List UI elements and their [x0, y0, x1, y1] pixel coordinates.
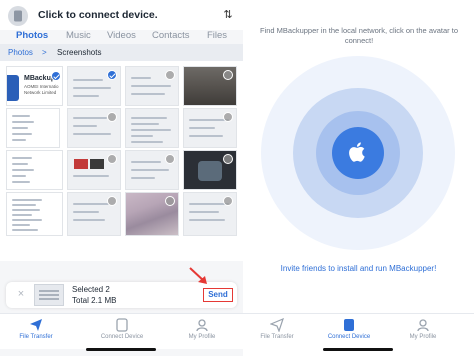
bottom-navigation: File Transfer Connect Device My Profile	[0, 313, 243, 349]
unselected-circle-icon	[107, 112, 117, 122]
device-icon	[116, 318, 128, 332]
photo-thumbnail[interactable]	[125, 108, 179, 148]
nav-file-transfer-label: File Transfer	[260, 334, 294, 340]
photo-thumbnail[interactable]	[125, 192, 179, 236]
photo-thumbnail[interactable]	[6, 192, 63, 236]
selected-count: Selected 2	[72, 285, 110, 294]
tab-music[interactable]: Music	[66, 30, 91, 41]
unselected-circle-icon	[223, 154, 233, 164]
mbackupper-logo	[7, 75, 19, 101]
discovery-hint: Find MBackupper in the local network, cl…	[259, 26, 458, 45]
phone-icon	[14, 10, 22, 22]
nav-file-transfer[interactable]: File Transfer	[6, 316, 66, 340]
photo-thumbnail[interactable]	[67, 66, 121, 106]
thumb-app-publisher-2: Network Limited	[24, 90, 57, 95]
device-avatar[interactable]	[8, 6, 28, 26]
breadcrumb-current: Screenshots	[57, 48, 102, 57]
photo-thumbnail[interactable]	[125, 150, 179, 190]
tab-photos[interactable]: Photos	[16, 30, 48, 41]
device-icon	[344, 319, 354, 331]
selection-thumbnail	[34, 284, 64, 306]
nav-connect-device-label: Connect Device	[327, 334, 371, 340]
connect-device-screen: Find MBackupper in the local network, cl…	[243, 0, 474, 356]
unselected-circle-icon	[223, 70, 233, 80]
connect-device-title[interactable]: Click to connect device.	[38, 9, 158, 21]
person-icon	[417, 319, 429, 332]
unselected-circle-icon	[223, 112, 233, 122]
selected-check-icon	[107, 70, 117, 80]
tab-files[interactable]: Files	[207, 30, 227, 41]
breadcrumb-separator: >	[42, 48, 47, 57]
unselected-circle-icon	[107, 154, 117, 164]
home-indicator	[86, 348, 156, 351]
apple-icon	[349, 142, 365, 162]
person-icon	[196, 319, 208, 332]
nav-connect-device[interactable]: Connect Device	[319, 316, 379, 340]
nav-file-transfer-label: File Transfer	[19, 334, 53, 340]
nav-my-profile[interactable]: My Profile	[393, 316, 453, 340]
photo-thumbnail[interactable]	[125, 66, 179, 106]
nav-my-profile-label: My Profile	[188, 334, 216, 340]
nav-my-profile-label: My Profile	[409, 334, 437, 340]
nav-file-transfer[interactable]: File Transfer	[247, 316, 307, 340]
photo-thumbnail[interactable]	[183, 108, 237, 148]
photo-thumbnail[interactable]: MBackup AOMEI Internatio Network Limited	[6, 66, 63, 106]
unselected-circle-icon	[165, 70, 175, 80]
media-tabs: Photos Music Videos Contacts Files	[0, 30, 243, 44]
device-avatar-button[interactable]	[332, 127, 384, 179]
home-indicator	[323, 348, 393, 351]
photo-thumbnail[interactable]	[67, 108, 121, 148]
photo-thumbnail[interactable]	[67, 192, 121, 236]
unselected-circle-icon	[107, 196, 117, 206]
photo-thumbnail[interactable]	[183, 66, 237, 106]
header-bar: Click to connect device. ⇅	[0, 0, 243, 30]
photo-grid: MBackup AOMEI Internatio Network Limited	[0, 61, 243, 261]
close-icon[interactable]: ×	[14, 287, 28, 301]
photo-thumbnail[interactable]	[183, 150, 237, 190]
photo-thumbnail[interactable]	[67, 150, 121, 190]
file-transfer-screen: Click to connect device. ⇅ Photos Music …	[0, 0, 243, 356]
breadcrumb-root[interactable]: Photos	[8, 48, 33, 57]
invite-friends-link[interactable]: Invite friends to install and run MBacku…	[243, 264, 474, 273]
selected-total-size: Total 2.1 MB	[72, 296, 117, 305]
nav-connect-device[interactable]: Connect Device	[92, 316, 152, 340]
photo-thumbnail[interactable]	[6, 150, 63, 190]
photo-thumbnail[interactable]	[183, 192, 237, 236]
nav-my-profile[interactable]: My Profile	[172, 316, 232, 340]
thumb-app-publisher: AOMEI Internatio	[24, 84, 59, 89]
unselected-circle-icon	[165, 196, 175, 206]
tab-contacts[interactable]: Contacts	[152, 30, 190, 41]
paper-plane-icon	[30, 319, 42, 331]
send-button[interactable]: Send	[203, 288, 233, 302]
paper-plane-icon	[270, 318, 284, 332]
red-arrow-annotation-icon	[189, 267, 207, 284]
bottom-navigation: File Transfer Connect Device My Profile	[243, 313, 474, 349]
unselected-circle-icon	[223, 196, 233, 206]
breadcrumb: Photos > Screenshots	[0, 44, 243, 61]
tab-videos[interactable]: Videos	[107, 30, 136, 41]
sort-arrows-icon[interactable]: ⇅	[222, 8, 234, 22]
unselected-circle-icon	[165, 154, 175, 164]
selected-check-icon	[51, 71, 61, 81]
nav-connect-device-label: Connect Device	[100, 334, 144, 340]
